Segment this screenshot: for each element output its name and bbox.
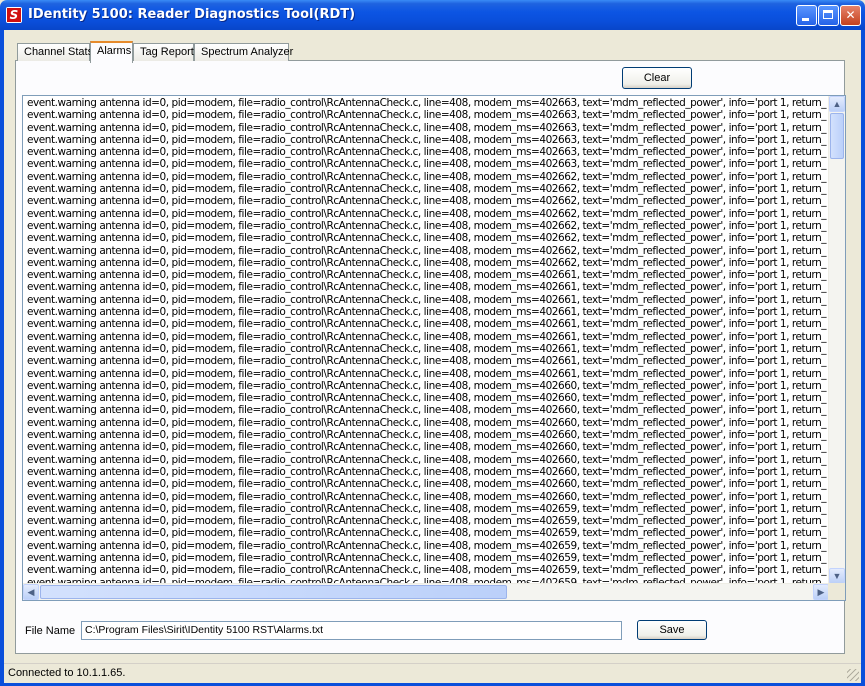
log-line: event.warning antenna id=0, pid=modem, f… [27, 539, 827, 552]
window-frame-left [0, 30, 4, 686]
log-line: event.warning antenna id=0, pid=modem, f… [27, 527, 827, 540]
tab-spectrum-analyzer[interactable]: Spectrum Analyzer [194, 43, 293, 61]
scrollbar-corner [828, 583, 845, 600]
log-line: event.warning antenna id=0, pid=modem, f… [27, 195, 827, 208]
log-line: event.warning antenna id=0, pid=modem, f… [27, 219, 827, 232]
window-frame-right [861, 30, 865, 686]
scroll-left-button[interactable]: ◀ [23, 584, 39, 600]
log-line: event.warning antenna id=0, pid=modem, f… [27, 256, 827, 269]
file-name-field[interactable]: C:\Program Files\Sirit\IDentity 5100 RST… [81, 621, 622, 640]
log-line: event.warning antenna id=0, pid=modem, f… [27, 293, 827, 306]
log-line: event.warning antenna id=0, pid=modem, f… [27, 429, 827, 442]
log-line: event.warning antenna id=0, pid=modem, f… [27, 515, 827, 528]
log-line: event.warning antenna id=0, pid=modem, f… [27, 465, 827, 478]
log-line: event.warning antenna id=0, pid=modem, f… [27, 330, 827, 343]
save-button[interactable]: Save [637, 620, 707, 640]
scroll-up-button[interactable]: ▲ [829, 96, 845, 112]
horizontal-scroll-thumb[interactable] [40, 585, 507, 599]
scroll-right-button[interactable]: ▶ [813, 584, 829, 600]
vertical-scrollbar[interactable]: ▲ ▼ [828, 96, 845, 584]
log-line: event.warning antenna id=0, pid=modem, f… [27, 392, 827, 405]
resize-grip[interactable] [847, 669, 859, 681]
clear-button[interactable]: Clear [622, 67, 692, 89]
tab-alarms[interactable]: Alarms [90, 41, 133, 63]
alarm-log-lines: event.warning antenna id=0, pid=modem, f… [27, 97, 827, 584]
log-line: event.warning antenna id=0, pid=modem, f… [27, 281, 827, 294]
horizontal-scrollbar[interactable]: ◀ ▶ [23, 583, 829, 600]
log-line: event.warning antenna id=0, pid=modem, f… [27, 342, 827, 355]
title-bar[interactable]: S IDentity 5100: Reader Diagnostics Tool… [0, 0, 865, 30]
log-line: event.warning antenna id=0, pid=modem, f… [27, 318, 827, 331]
log-line: event.warning antenna id=0, pid=modem, f… [27, 355, 827, 368]
vertical-scroll-thumb[interactable] [830, 113, 844, 159]
log-line: event.warning antenna id=0, pid=modem, f… [27, 121, 827, 134]
log-line: event.warning antenna id=0, pid=modem, f… [27, 367, 827, 380]
file-name-label: File Name [25, 625, 76, 637]
connection-status: Connected to 10.1.1.65. [8, 667, 126, 679]
log-line: event.warning antenna id=0, pid=modem, f… [27, 232, 827, 245]
log-line: event.warning antenna id=0, pid=modem, f… [27, 379, 827, 392]
log-line: event.warning antenna id=0, pid=modem, f… [27, 146, 827, 159]
log-line: event.warning antenna id=0, pid=modem, f… [27, 478, 827, 491]
tab-channel-stats[interactable]: Channel Stats [17, 43, 93, 61]
log-line: event.warning antenna id=0, pid=modem, f… [27, 244, 827, 257]
tab-tag-report[interactable]: Tag Report [133, 43, 194, 61]
log-line: event.warning antenna id=0, pid=modem, f… [27, 551, 827, 564]
log-line: event.warning antenna id=0, pid=modem, f… [27, 269, 827, 282]
alarm-log[interactable]: event.warning antenna id=0, pid=modem, f… [22, 95, 846, 601]
log-line: event.warning antenna id=0, pid=modem, f… [27, 109, 827, 122]
log-line: event.warning antenna id=0, pid=modem, f… [27, 97, 827, 109]
window-title: IDentity 5100: Reader Diagnostics Tool(R… [28, 7, 356, 22]
log-line: event.warning antenna id=0, pid=modem, f… [27, 564, 827, 577]
log-line: event.warning antenna id=0, pid=modem, f… [27, 502, 827, 515]
app-logo-letter: S [7, 8, 21, 22]
log-line: event.warning antenna id=0, pid=modem, f… [27, 404, 827, 417]
log-line: event.warning antenna id=0, pid=modem, f… [27, 306, 827, 319]
maximize-button[interactable] [818, 5, 839, 26]
log-line: event.warning antenna id=0, pid=modem, f… [27, 183, 827, 196]
log-line: event.warning antenna id=0, pid=modem, f… [27, 490, 827, 503]
log-line: event.warning antenna id=0, pid=modem, f… [27, 158, 827, 171]
app-icon[interactable]: S [6, 7, 22, 23]
log-line: event.warning antenna id=0, pid=modem, f… [27, 416, 827, 429]
scroll-down-button[interactable]: ▼ [829, 568, 845, 584]
log-line: event.warning antenna id=0, pid=modem, f… [27, 170, 827, 183]
log-line: event.warning antenna id=0, pid=modem, f… [27, 441, 827, 454]
log-line: event.warning antenna id=0, pid=modem, f… [27, 207, 827, 220]
log-line: event.warning antenna id=0, pid=modem, f… [27, 133, 827, 146]
close-button[interactable]: ✕ [840, 5, 861, 26]
minimize-button[interactable] [796, 5, 817, 26]
status-bar: Connected to 10.1.1.65. [4, 663, 861, 683]
log-line: event.warning antenna id=0, pid=modem, f… [27, 453, 827, 466]
